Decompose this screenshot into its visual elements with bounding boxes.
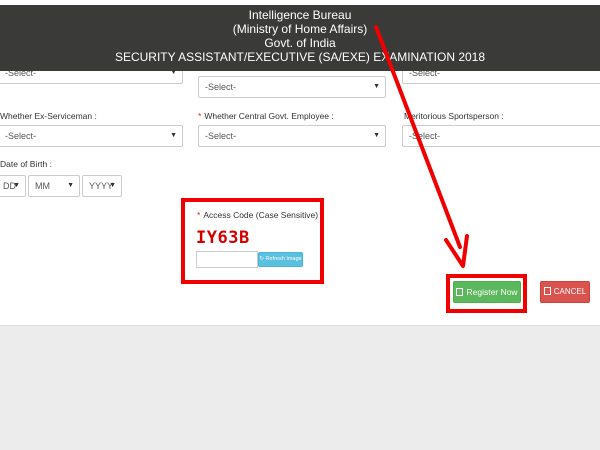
annotation-arrow — [374, 25, 469, 268]
